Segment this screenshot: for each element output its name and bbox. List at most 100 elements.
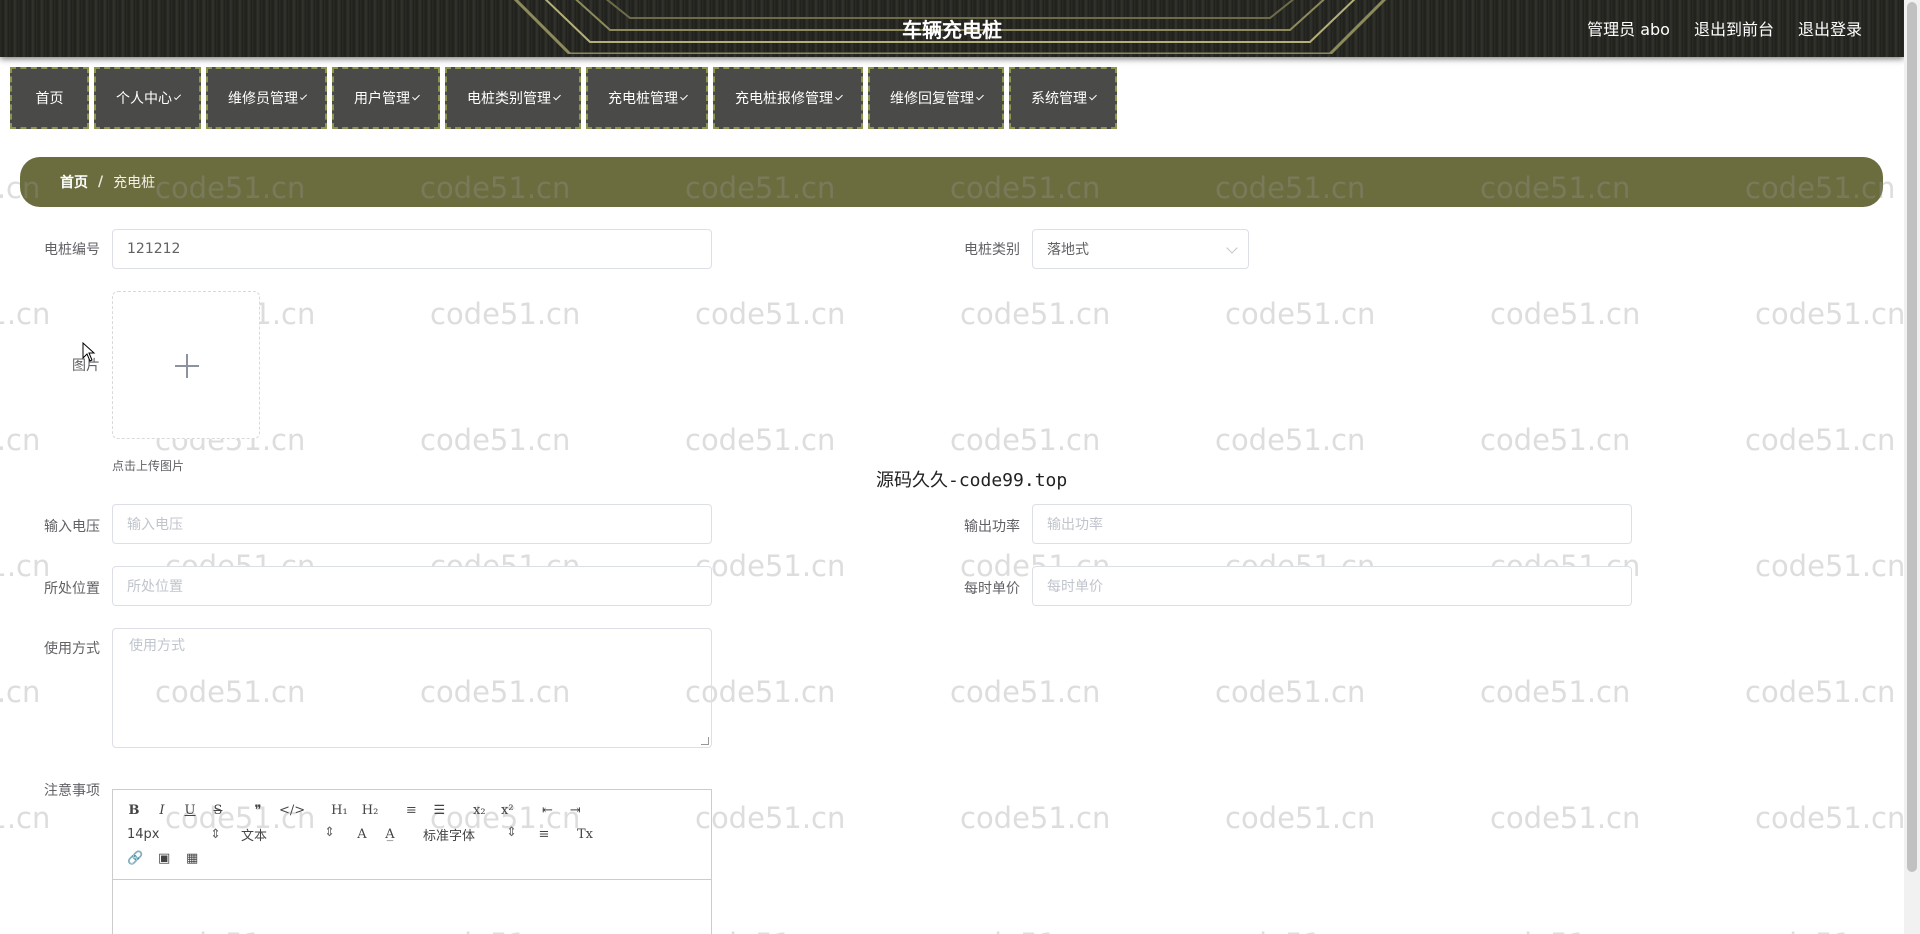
output-power-label: 输出功率 [964,519,1020,535]
scrollbar-thumb[interactable] [1907,2,1917,872]
outdent-icon[interactable]: ⇤ [540,803,554,818]
font-family-select[interactable]: 标准字体 ⇕ [423,825,517,844]
main-nav: 首页 个人中心 维修员管理 用户管理 电桩类别管理 充电桩管理 充电桩报修管理 … [10,67,1117,129]
watermark-text: code51.cn [0,423,41,457]
chevron-down-icon [835,92,843,100]
chevron-down-icon [976,92,984,100]
updown-icon: ⇕ [506,824,517,840]
watermark-text: code51.cn [950,675,1101,709]
nav-repair-reply-mgmt[interactable]: 维修回复管理 [868,67,1004,129]
nav-personal-center[interactable]: 个人中心 [94,67,201,129]
nav-system-mgmt[interactable]: 系统管理 [1009,67,1117,129]
site-stamp: 源码久久-code99.top [876,470,1068,491]
align-icon[interactable]: ≡ [537,827,551,842]
header2-icon[interactable]: H₂ [362,803,379,818]
image-upload[interactable] [112,291,260,439]
pile-type-select[interactable]: 落地式 [1032,229,1249,269]
watermark-text: code51.cn [685,423,836,457]
nav-pile-mgmt[interactable]: 充电桩管理 [586,67,708,129]
rich-text-editor: B I U S ❞ </> H₁ H₂ ≡ ☰ x₂ x² ⇤ ⇥ 14px ⇕ … [112,789,712,934]
nav-user-mgmt[interactable]: 用户管理 [332,67,440,129]
watermark-text: code51.cn [0,927,40,934]
watermark-text: code51.cn [1480,927,1630,934]
header1-icon[interactable]: H₁ [331,803,348,818]
input-voltage-input[interactable]: 输入电压 [112,504,712,544]
video-icon[interactable]: ▦ [185,851,199,866]
bold-icon[interactable]: B [127,803,141,818]
watermark-text: code51.cn [1755,549,1906,583]
chevron-down-icon [1226,242,1238,254]
breadcrumb-separator: / [98,174,104,190]
breadcrumb-home[interactable]: 首页 [60,172,88,192]
watermark-text: code51.cn [0,675,41,709]
breadcrumb: 首页 / 充电桩 [20,157,1883,207]
to-front-link[interactable]: 退出到前台 [1694,16,1774,40]
background-color-icon[interactable]: A̲ [383,827,397,842]
italic-icon[interactable]: I [155,803,169,818]
nav-pile-type-mgmt[interactable]: 电桩类别管理 [445,67,581,129]
watermark-text: code51.cn [1490,297,1641,331]
nav-repair-report-mgmt[interactable]: 充电桩报修管理 [713,67,863,129]
watermark-text: code51.cn [960,801,1111,835]
usage-textarea[interactable]: 使用方式 [112,628,712,748]
unit-price-input[interactable]: 每时单价 [1032,566,1632,606]
nav-repairman-mgmt[interactable]: 维修员管理 [206,67,327,129]
updown-icon: ⇕ [210,826,221,842]
watermark-text: code51.cn [1755,801,1906,835]
blockquote-icon[interactable]: ❞ [251,803,265,818]
notes-label: 注意事项 [44,783,100,799]
watermark-text: code51.cn [950,423,1101,457]
ordered-list-icon[interactable]: ≡ [404,803,418,818]
watermark-text: code51.cn [0,297,51,331]
output-power-input[interactable]: 输出功率 [1032,504,1632,544]
nav-home[interactable]: 首页 [10,67,89,129]
image-icon[interactable]: ▣ [157,851,171,866]
watermark-text: code51.cn [1480,675,1631,709]
pile-type-label: 电桩类别 [964,242,1020,258]
location-input[interactable]: 所处位置 [112,566,712,606]
watermark-text: code51.cn [430,297,581,331]
pile-no-input[interactable]: 121212 [112,229,712,269]
watermark-text: code51.cn [1215,927,1365,934]
watermark-text: code51.cn [1480,423,1631,457]
watermark-text: code51.cn [1745,423,1896,457]
watermark-text: code51.cn [960,297,1111,331]
watermark-text: code51.cn [1745,675,1896,709]
chevron-down-icon [299,92,308,100]
watermark-text: code51.cn [1215,423,1366,457]
upload-hint: 点击上传图片 [112,459,185,473]
font-color-icon[interactable]: A [355,827,369,842]
unit-price-label: 每时单价 [964,581,1020,597]
watermark-text: code51.cn [1745,927,1895,934]
watermark-text: code51.cn [695,297,846,331]
strike-icon[interactable]: S [211,803,225,818]
watermark-text: code51.cn [1490,801,1641,835]
watermark-text: code51.cn [695,549,846,583]
watermark-text: code51.cn [1225,801,1376,835]
mouse-cursor-icon [82,342,96,362]
font-size-select[interactable]: 14px ⇕ [127,827,221,842]
underline-icon[interactable]: U [183,803,197,818]
watermark-text: code51.cn [1215,675,1366,709]
chevron-down-icon [412,92,420,100]
logout-link[interactable]: 退出登录 [1798,16,1862,40]
superscript-icon[interactable]: x² [500,803,514,818]
watermark-text: code51.cn [420,423,571,457]
code-block-icon[interactable]: </> [279,803,305,818]
link-icon[interactable]: 🔗 [127,851,143,866]
resize-handle-icon[interactable] [701,737,709,745]
watermark-text: code51.cn [1225,297,1376,331]
pile-no-label: 电桩编号 [44,242,100,258]
bullet-list-icon[interactable]: ☰ [432,803,446,818]
watermark-text: code51.cn [950,927,1100,934]
scrollbar-track[interactable] [1904,0,1920,934]
clear-format-icon[interactable]: Tx [577,827,593,842]
top-header: 车辆充电桩 管理员 abo 退出到前台 退出登录 [0,0,1904,57]
chevron-down-icon [553,92,561,100]
chevron-down-icon [680,92,688,100]
indent-icon[interactable]: ⇥ [568,803,582,818]
block-format-select[interactable]: 文本 ⇕ [241,825,335,844]
editor-toolbar: B I U S ❞ </> H₁ H₂ ≡ ☰ x₂ x² ⇤ ⇥ 14px ⇕ … [113,790,711,880]
subscript-icon[interactable]: x₂ [472,803,486,818]
updown-icon: ⇕ [324,824,335,840]
